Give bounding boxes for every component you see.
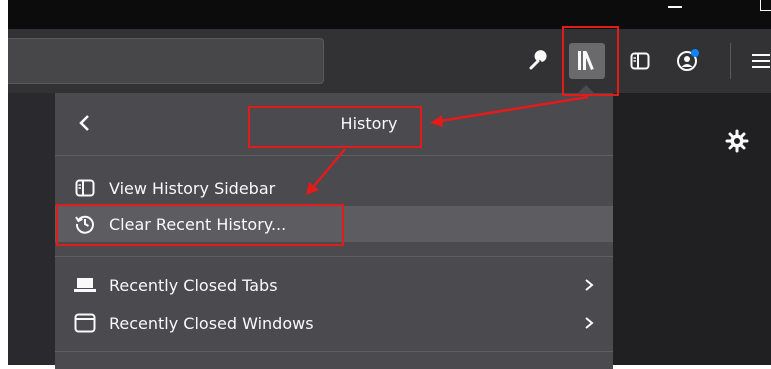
item-label: Recently Closed Tabs [109,275,278,295]
recently-closed-windows-item[interactable]: Recently Closed Windows [55,305,613,341]
panel-divider [55,256,613,257]
item-label: Recently Closed Windows [109,313,314,333]
panel-header: History [55,93,613,156]
panel-divider [55,351,613,352]
panel-divider [55,155,613,156]
menu-icon[interactable] [749,49,771,73]
sidebar-icon[interactable] [628,49,652,73]
sidebar-icon [74,177,96,199]
recently-closed-tabs-item[interactable]: Recently Closed Tabs [55,267,613,303]
navigation-toolbar [8,29,771,93]
panel-title: History [340,114,398,133]
chevron-right-icon [583,313,595,333]
window-icon [74,312,96,334]
chevron-right-icon [583,275,595,295]
wrench-icon[interactable] [526,49,550,73]
maximize-button[interactable] [760,0,771,11]
history-panel: History View History Sidebar Clear Recen… [55,93,613,369]
clear-recent-history-item[interactable]: Clear Recent History... [55,206,613,242]
item-label: View History Sidebar [109,178,276,198]
notification-badge [691,49,699,57]
title-bar [8,0,771,29]
minimize-button[interactable] [668,6,682,8]
item-label: Clear Recent History... [109,214,287,234]
page-sidebar-strip [8,93,55,365]
toolbar-separator [730,43,731,79]
view-history-sidebar-item[interactable]: View History Sidebar [55,170,613,206]
account-icon[interactable] [676,48,700,72]
url-bar[interactable] [8,38,324,84]
tab-icon [74,274,96,296]
gear-icon[interactable] [724,128,750,154]
library-button[interactable] [569,43,605,79]
history-clock-icon [74,213,96,235]
